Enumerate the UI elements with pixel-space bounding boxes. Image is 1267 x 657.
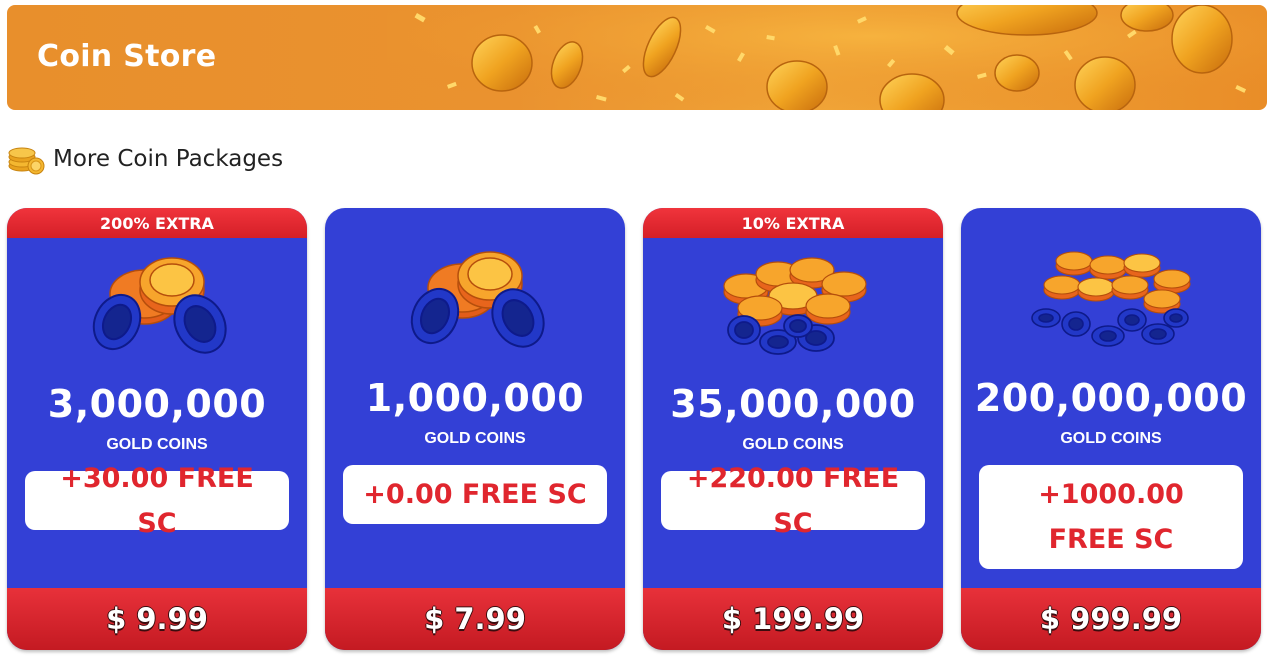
bonus-ribbon <box>325 208 625 238</box>
price-label: $ 7.99 <box>424 602 526 636</box>
price-label: $ 999.99 <box>1039 602 1183 636</box>
coin-pile-small-icon <box>92 257 227 354</box>
coin-amount: 200,000,000 <box>974 376 1248 420</box>
price-label: $ 199.99 <box>721 602 865 636</box>
coin-unit-label: GOLD COINS <box>424 430 526 447</box>
coin-unit-label: GOLD COINS <box>106 436 208 453</box>
coin-unit-label: GOLD COINS <box>742 436 844 453</box>
package-card[interactable]: 200,000,000 GOLD COINS +1000.00 FREE SC … <box>961 208 1261 650</box>
buy-button[interactable]: $ 999.99 <box>961 588 1261 650</box>
bonus-ribbon: 10% EXTRA <box>643 208 943 238</box>
free-sc-bonus: +1000.00 FREE SC <box>979 465 1243 569</box>
free-sc-bonus: +0.00 FREE SC <box>343 465 607 524</box>
coin-pile-small-icon <box>410 251 545 348</box>
buy-button[interactable]: $ 199.99 <box>643 588 943 650</box>
section-header: More Coin Packages <box>8 142 283 176</box>
buy-button[interactable]: $ 9.99 <box>7 588 307 650</box>
package-card[interactable]: 200% EXTRA 3,000,000 GOLD COINS +30.00 F… <box>7 208 307 650</box>
falling-coins-icon <box>387 5 1267 110</box>
price-label: $ 9.99 <box>106 602 208 636</box>
coin-amount: 1,000,000 <box>365 376 585 420</box>
coin-pile-large-icon <box>1031 251 1191 347</box>
coin-amount: 3,000,000 <box>47 382 267 426</box>
free-sc-bonus: +30.00 FREE SC <box>25 463 289 539</box>
section-title: More Coin Packages <box>53 146 284 172</box>
page-title: Coin Store <box>37 39 217 74</box>
coin-pile-medium-icon <box>723 257 867 355</box>
coin-stack-icon <box>8 147 45 175</box>
coin-unit-label: GOLD COINS <box>1060 430 1162 447</box>
coin-amount: 35,000,000 <box>670 382 916 426</box>
coin-store-banner: Coin Store <box>7 5 1267 110</box>
buy-button[interactable]: $ 7.99 <box>325 588 625 650</box>
package-card[interactable]: 1,000,000 GOLD COINS +0.00 FREE SC $ 7.9… <box>325 208 625 650</box>
bonus-ribbon <box>961 208 1261 238</box>
package-card[interactable]: 10% EXTRA 35,000,000 GOLD COINS +220.00 … <box>643 208 943 650</box>
bonus-ribbon: 200% EXTRA <box>7 208 307 238</box>
free-sc-bonus: +220.00 FREE SC <box>661 463 925 539</box>
